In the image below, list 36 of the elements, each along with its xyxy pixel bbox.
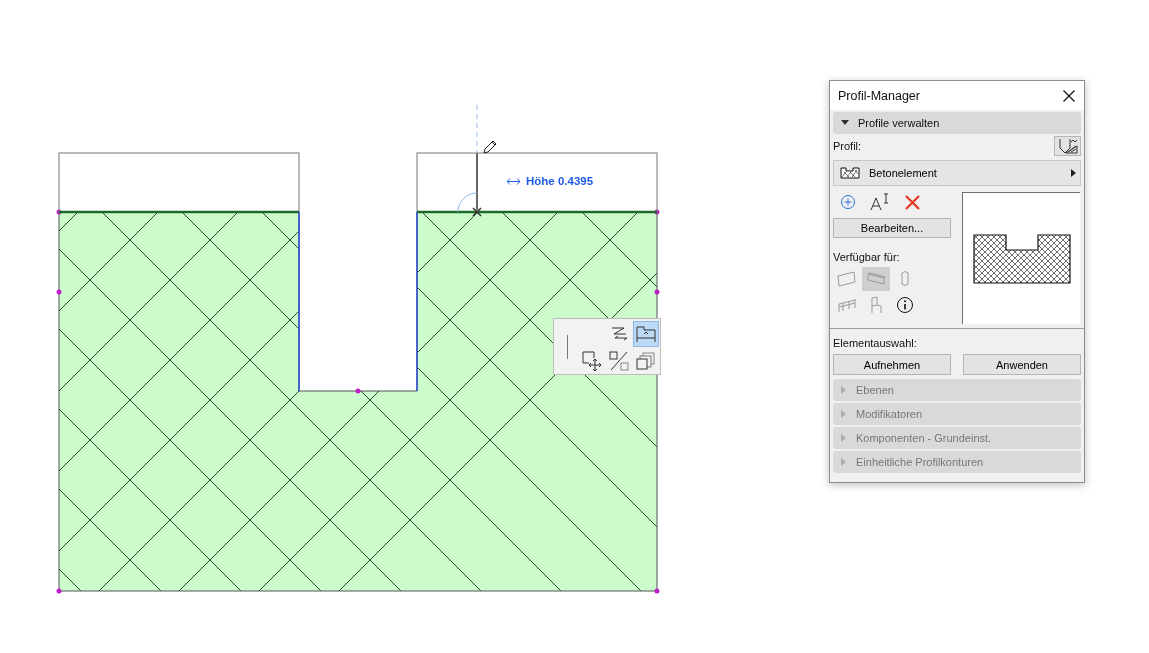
available-label: Verfügbar für:: [833, 251, 901, 263]
copy-icon: [635, 350, 656, 371]
pencil-icon: [483, 140, 497, 154]
move-icon: [580, 349, 603, 372]
chair-icon: [869, 296, 883, 314]
close-icon: [1063, 89, 1075, 102]
profile-label: Profil:: [833, 140, 862, 152]
window-title: Profil-Manager: [838, 88, 920, 103]
profile-shape-icon: [840, 167, 860, 179]
split-icon: [607, 349, 630, 372]
info-icon: [896, 296, 914, 314]
hatch-profile-icon: [1057, 137, 1078, 155]
double-arrow-icon: [507, 177, 520, 185]
railing-icon: [837, 297, 857, 313]
section-header[interactable]: Profile verwalten: [833, 112, 1081, 134]
action-button[interactable]: Anwenden: [963, 354, 1081, 375]
expand-arrow-icon: [841, 434, 847, 442]
profile-select[interactable]: Betonelement: [833, 160, 1081, 186]
beam-icon: [866, 271, 886, 287]
action-button[interactable]: Aufnehmen: [833, 354, 951, 375]
expand-arrow-icon: [841, 458, 847, 466]
collapse-arrow-icon: [841, 120, 849, 126]
expand-arrow-icon: [841, 410, 847, 418]
expand-arrow-icon: [841, 386, 847, 394]
wall-icon: [837, 271, 857, 287]
delete-icon: [904, 194, 920, 210]
add-icon: [840, 194, 856, 210]
profile-options-button[interactable]: [1054, 136, 1081, 156]
selection-label: Elementauswahl:: [833, 337, 918, 349]
edit-button[interactable]: Bearbeiten...: [833, 218, 951, 238]
column-icon: [900, 270, 910, 288]
rename-button[interactable]: [869, 192, 891, 212]
edge-profile-icon: [634, 323, 657, 344]
caret-icon: [1071, 169, 1076, 177]
rename-icon: [870, 193, 890, 211]
dimension-label: Höhe 0.4395: [526, 175, 594, 187]
